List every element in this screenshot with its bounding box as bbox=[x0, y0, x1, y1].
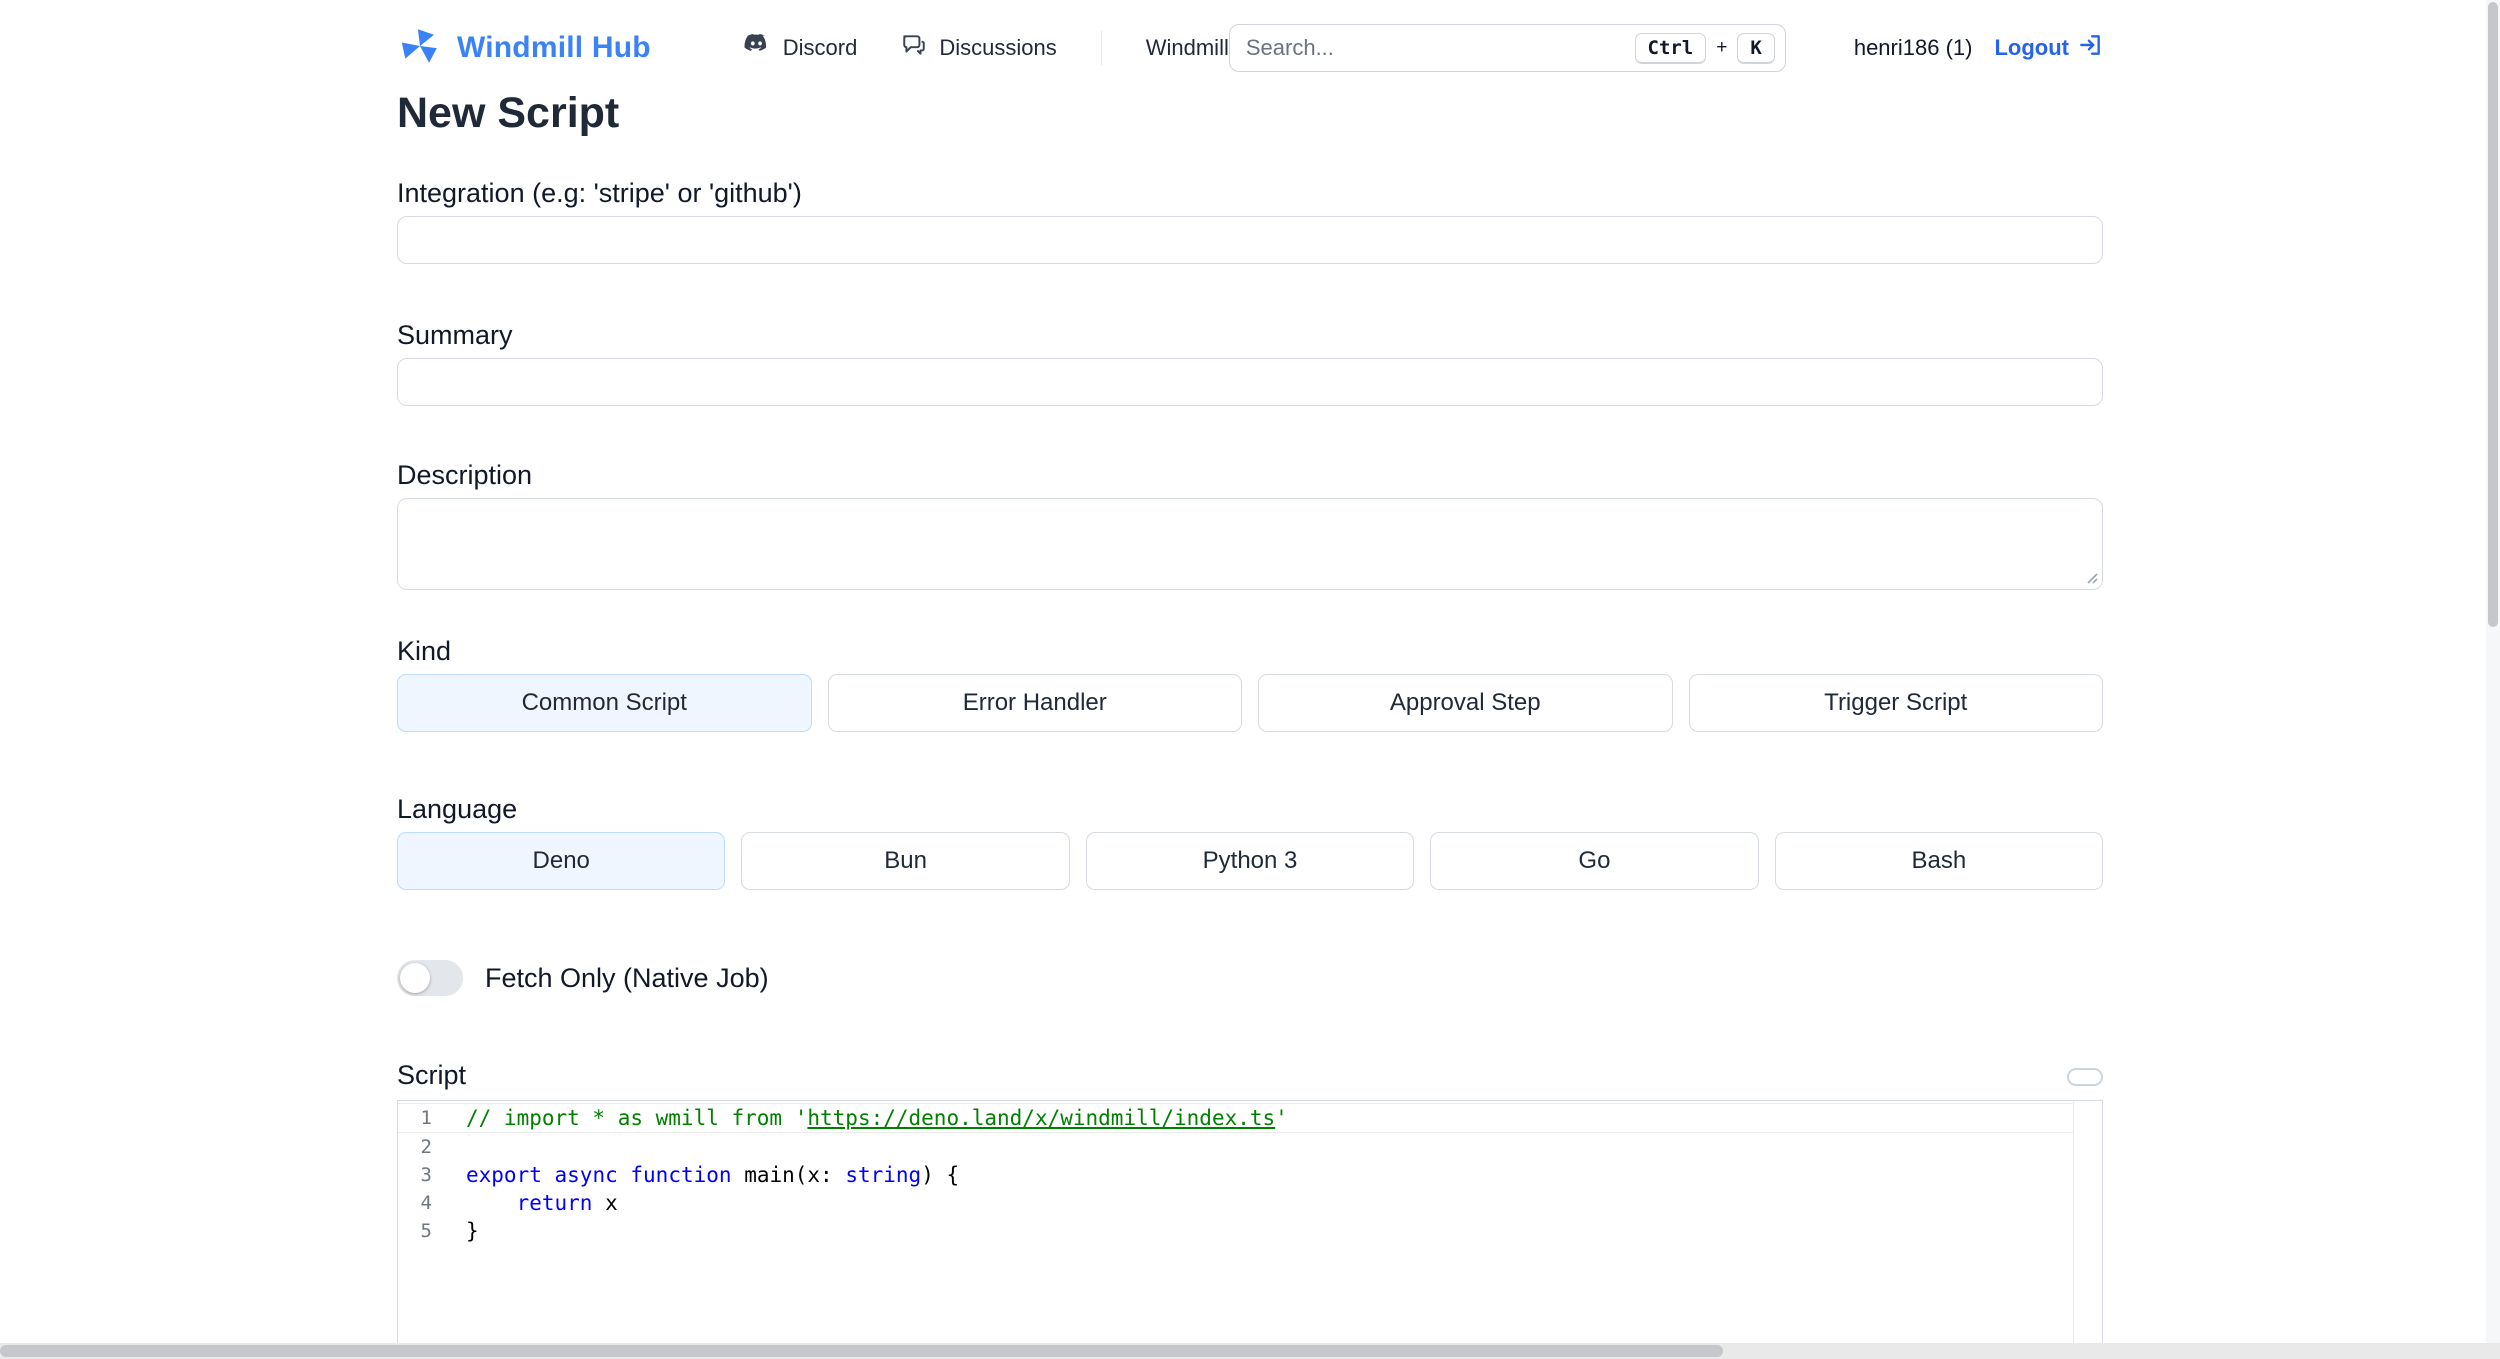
line-number: 2 bbox=[420, 1136, 432, 1158]
nav-windmill-label: Windmill bbox=[1145, 35, 1229, 60]
code-line[interactable]: 3 export async function main(x: string) { bbox=[398, 1161, 2073, 1189]
kind-label: Kind bbox=[397, 636, 452, 666]
logout-label: Logout bbox=[1994, 35, 2069, 60]
vertical-scrollbar-thumb[interactable] bbox=[2488, 2, 2498, 627]
vertical-scrollbar[interactable] bbox=[2486, 0, 2500, 1343]
summary-field: Summary bbox=[397, 320, 2103, 406]
horizontal-scrollbar[interactable] bbox=[0, 1343, 2500, 1359]
script-label: Script bbox=[397, 1060, 467, 1090]
language-option-python3[interactable]: Python 3 bbox=[1085, 832, 1415, 890]
integration-field: Integration (e.g: 'stripe' or 'github') bbox=[397, 178, 2103, 264]
discord-icon bbox=[741, 33, 771, 63]
language-option-go[interactable]: Go bbox=[1430, 832, 1759, 890]
kind-option-common-script[interactable]: Common Script bbox=[397, 674, 812, 732]
main-nav: Discord Discussions Windmill bbox=[741, 31, 1229, 65]
nav-discord[interactable]: Discord bbox=[741, 33, 858, 63]
description-label: Description bbox=[397, 460, 533, 490]
brand-link[interactable]: Windmill Hub bbox=[397, 25, 651, 72]
summary-input[interactable] bbox=[397, 358, 2103, 406]
language-options: Deno Bun Python 3 Go Bash bbox=[397, 832, 2104, 890]
code-line[interactable]: 2 bbox=[398, 1133, 2073, 1161]
discussions-icon bbox=[901, 32, 927, 64]
editor-scrollbar-divider bbox=[2073, 1101, 2074, 1359]
fetch-only-toggle[interactable] bbox=[397, 960, 463, 996]
username: henri186 (1) bbox=[1853, 35, 1973, 60]
logout-link[interactable]: Logout bbox=[1994, 32, 2103, 64]
line-number: 3 bbox=[420, 1164, 432, 1186]
nav-windmill[interactable]: Windmill bbox=[1146, 35, 1229, 61]
nav-discord-label: Discord bbox=[782, 35, 858, 60]
brand-name: Windmill Hub bbox=[457, 31, 651, 64]
code-lines: 1 // import * as wmill from 'https://deno… bbox=[398, 1103, 2102, 1245]
editor-toggle-button[interactable] bbox=[2067, 1068, 2103, 1086]
integration-input[interactable] bbox=[397, 216, 2103, 264]
code-text: // import * as wmill from 'https://deno.… bbox=[466, 1106, 1288, 1130]
search-input[interactable] bbox=[1245, 35, 1635, 61]
main-content: New Script Integration (e.g: 'stripe' or… bbox=[397, 88, 2104, 1359]
kind-option-error-handler[interactable]: Error Handler bbox=[827, 674, 1242, 732]
kbd-plus: + bbox=[1716, 37, 1728, 58]
kbd-k: K bbox=[1737, 32, 1775, 64]
nav-divider bbox=[1100, 31, 1102, 65]
summary-label: Summary bbox=[397, 320, 513, 350]
nav-discussions-label: Discussions bbox=[939, 35, 1057, 60]
nav-discussions[interactable]: Discussions bbox=[901, 32, 1057, 64]
code-line[interactable]: 5} bbox=[398, 1217, 2073, 1245]
kind-option-approval-step[interactable]: Approval Step bbox=[1258, 674, 1673, 732]
horizontal-scrollbar-thumb[interactable] bbox=[0, 1345, 1723, 1357]
line-number: 5 bbox=[420, 1220, 432, 1242]
header: Windmill Hub Discord Discussions Windmil… bbox=[397, 24, 2103, 72]
language-option-bash[interactable]: Bash bbox=[1774, 832, 2104, 890]
language-field: Language Deno Bun Python 3 Go Bash bbox=[397, 794, 2104, 890]
language-option-deno[interactable]: Deno bbox=[397, 832, 726, 890]
code-text: export async function main(x: string) { bbox=[466, 1163, 960, 1187]
search-box[interactable]: Ctrl + K bbox=[1228, 24, 1786, 72]
language-option-bun[interactable]: Bun bbox=[741, 832, 1070, 890]
user-area: henri186 (1) Logout bbox=[1854, 32, 2103, 64]
code-line[interactable]: 1 // import * as wmill from 'https://deno… bbox=[398, 1103, 2073, 1133]
page-title: New Script bbox=[397, 89, 620, 137]
fetch-only-row: Fetch Only (Native Job) bbox=[397, 960, 2103, 996]
fetch-only-label: Fetch Only (Native Job) bbox=[485, 962, 769, 993]
description-textarea[interactable] bbox=[397, 498, 2103, 590]
code-line[interactable]: 4 return x bbox=[398, 1189, 2073, 1217]
language-label: Language bbox=[397, 794, 518, 824]
kind-option-trigger-script[interactable]: Trigger Script bbox=[1688, 674, 2103, 732]
line-number: 4 bbox=[420, 1192, 432, 1214]
code-text: } bbox=[466, 1219, 479, 1243]
code-editor[interactable]: 1 // import * as wmill from 'https://deno… bbox=[397, 1100, 2103, 1359]
kind-field: Kind Common Script Error Handler Approva… bbox=[397, 636, 2103, 732]
integration-label: Integration (e.g: 'stripe' or 'github') bbox=[397, 178, 802, 208]
toggle-knob bbox=[400, 963, 430, 993]
line-number: 1 bbox=[420, 1107, 432, 1129]
description-field: Description bbox=[397, 460, 2103, 590]
windmill-logo-icon bbox=[397, 25, 443, 72]
script-field: Script 1 // import * as wmill from 'https… bbox=[397, 1060, 2103, 1359]
code-text: return x bbox=[516, 1191, 618, 1215]
kbd-ctrl: Ctrl bbox=[1634, 32, 1707, 64]
kind-options: Common Script Error Handler Approval Ste… bbox=[397, 674, 2103, 732]
logout-icon bbox=[2077, 32, 2103, 64]
